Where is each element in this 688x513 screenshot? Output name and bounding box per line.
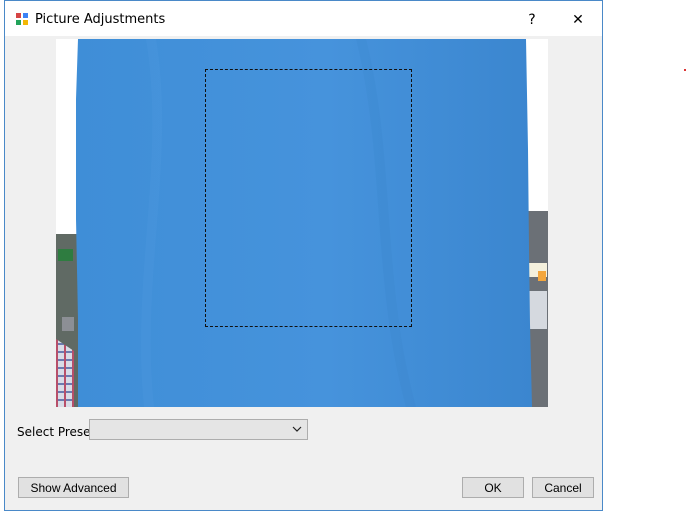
picture-adjustments-icon	[15, 12, 29, 26]
close-button[interactable]: ✕	[562, 8, 594, 32]
background-mark	[684, 69, 686, 71]
chevron-down-icon	[289, 421, 305, 438]
show-advanced-button[interactable]: Show Advanced	[18, 477, 129, 498]
close-icon: ✕	[572, 12, 584, 28]
preset-dropdown[interactable]	[89, 419, 308, 440]
help-icon: ?	[528, 12, 536, 28]
title-bar: Picture Adjustments ? ✕	[5, 1, 602, 36]
ok-button[interactable]: OK	[462, 477, 524, 498]
selection-rectangle[interactable]	[205, 69, 412, 327]
picture-adjustments-dialog: Picture Adjustments ? ✕ Select Preset Sh…	[4, 0, 603, 511]
picture-preview[interactable]	[56, 39, 548, 407]
dialog-title: Picture Adjustments	[35, 12, 166, 27]
cancel-button[interactable]: Cancel	[532, 477, 594, 498]
select-preset-label: Select Preset	[17, 425, 96, 439]
help-button[interactable]: ?	[516, 8, 548, 32]
